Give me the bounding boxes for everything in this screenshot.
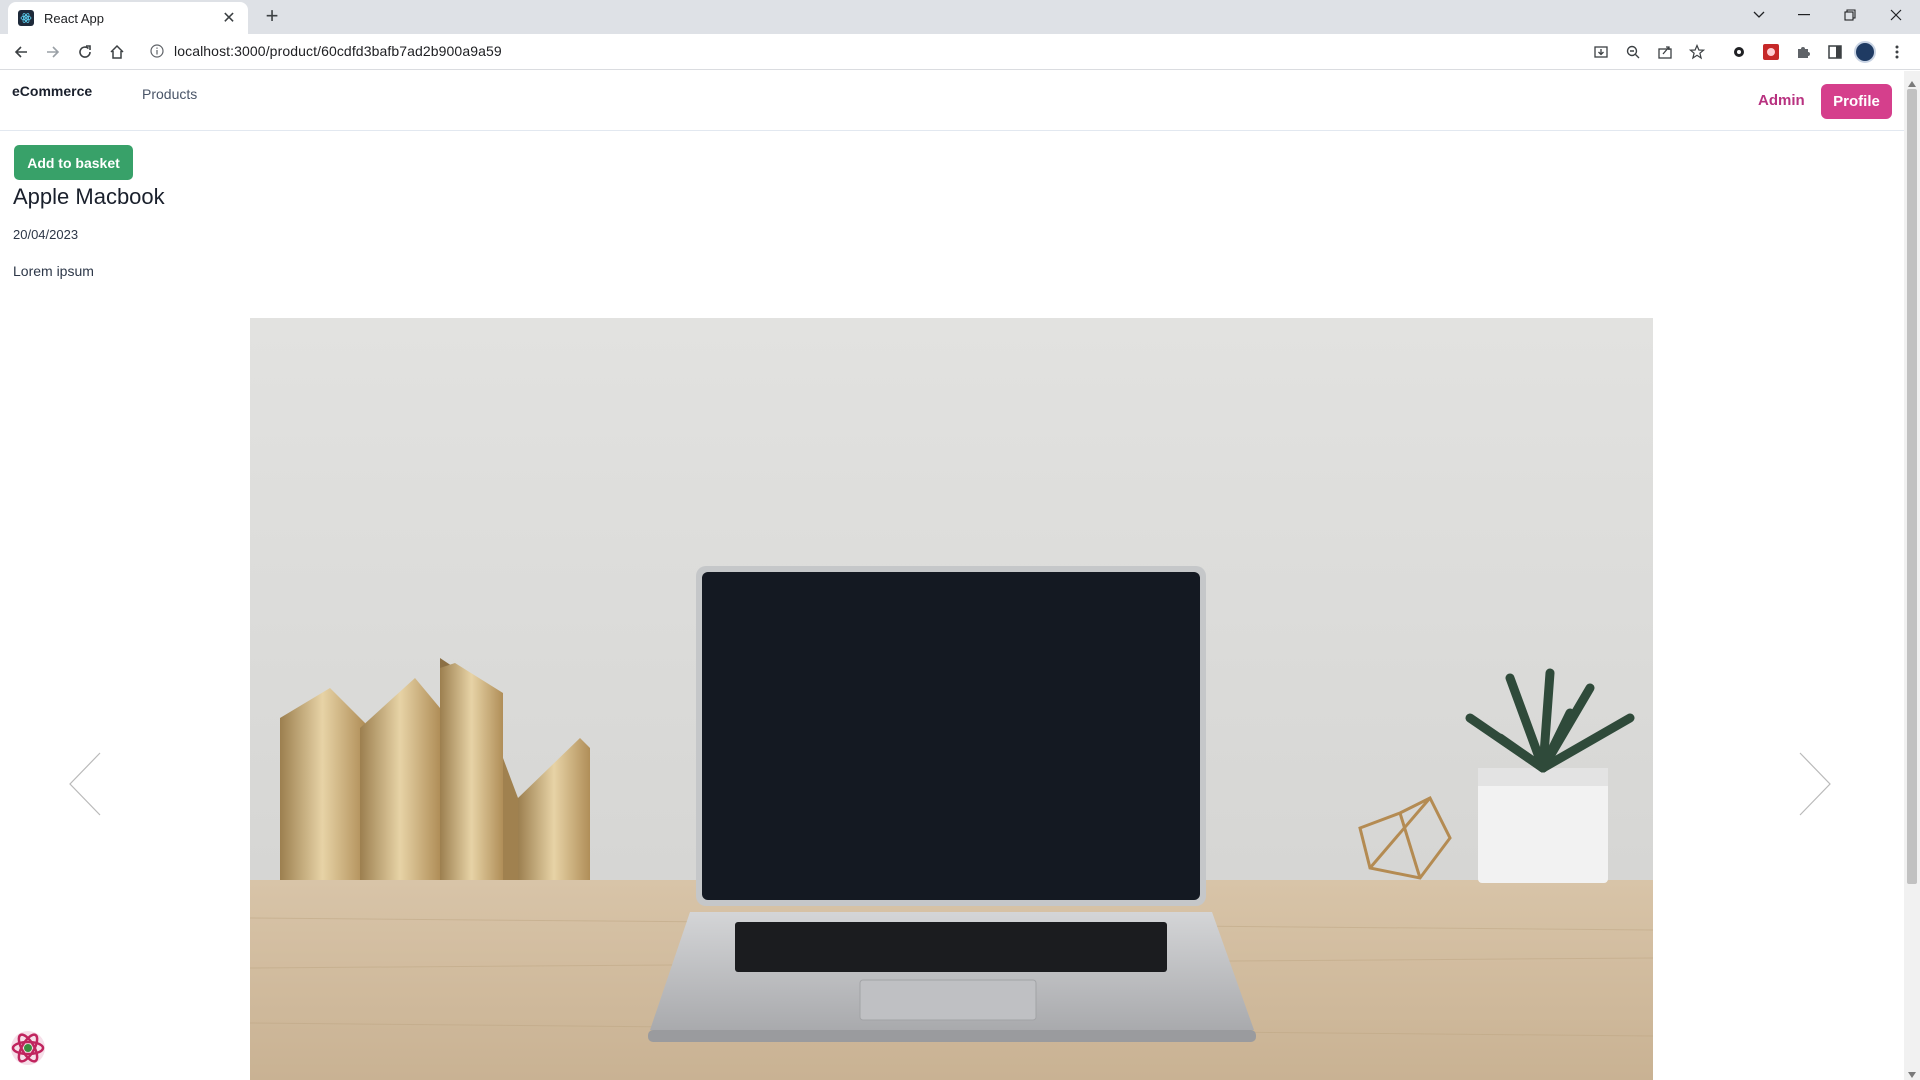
- page-scrollbar[interactable]: [1904, 71, 1920, 1080]
- carousel-prev-chevron-left-icon[interactable]: [60, 748, 110, 818]
- admin-link[interactable]: Admin: [1758, 92, 1805, 109]
- install-icon[interactable]: [1588, 39, 1614, 65]
- close-window-icon[interactable]: [1873, 0, 1919, 30]
- extension-link-icon[interactable]: [1726, 39, 1752, 65]
- zoom-icon[interactable]: [1620, 39, 1646, 65]
- sidebar-icon[interactable]: [1822, 39, 1848, 65]
- share-icon[interactable]: [1652, 39, 1678, 65]
- carousel-slide-image: [250, 318, 1653, 1080]
- scroll-down-arrow-icon[interactable]: [1908, 1066, 1916, 1078]
- info-icon[interactable]: [150, 44, 166, 60]
- restore-icon[interactable]: [1827, 0, 1873, 30]
- tab-title: React App: [44, 10, 104, 26]
- product-title: Apple Macbook: [13, 184, 165, 209]
- address-bar[interactable]: localhost:3000/product/60cdfd3bafb7ad2b9…: [142, 37, 1562, 67]
- url-text: localhost:3000/product/60cdfd3bafb7ad2b9…: [174, 43, 502, 59]
- scrollbar-thumb[interactable]: [1907, 89, 1917, 884]
- brand-logo-link[interactable]: eCommerce: [12, 83, 92, 99]
- avatar[interactable]: [1854, 41, 1876, 63]
- scroll-up-arrow-icon[interactable]: [1908, 75, 1916, 87]
- product-date: 20/04/2023: [13, 227, 79, 242]
- product-description: Lorem ipsum: [13, 263, 94, 279]
- reload-icon[interactable]: [72, 39, 98, 65]
- chevron-down-icon[interactable]: [1736, 0, 1782, 30]
- kebab-menu-icon[interactable]: [1884, 39, 1910, 65]
- profile-button[interactable]: Profile: [1821, 84, 1892, 119]
- browser-toolbar: localhost:3000/product/60cdfd3bafb7ad2b9…: [0, 34, 1920, 70]
- forward-icon[interactable]: [40, 39, 66, 65]
- browser-tabstrip: React App ✕ +: [0, 0, 1920, 34]
- close-icon[interactable]: ✕: [220, 8, 238, 28]
- minimize-icon[interactable]: [1781, 0, 1827, 30]
- page-viewport: eCommerce Products Admin Profile Add to …: [0, 71, 1904, 1080]
- extension-red-icon[interactable]: [1758, 39, 1784, 65]
- home-icon[interactable]: [104, 39, 130, 65]
- new-tab-plus-icon[interactable]: +: [260, 5, 284, 29]
- app-navbar: eCommerce Products Admin Profile: [0, 71, 1904, 131]
- star-icon[interactable]: [1684, 39, 1710, 65]
- back-icon[interactable]: [8, 39, 34, 65]
- react-query-devtools-icon[interactable]: [9, 1029, 47, 1067]
- carousel-next-chevron-right-icon[interactable]: [1790, 748, 1840, 818]
- puzzle-icon[interactable]: [1790, 39, 1816, 65]
- nav-products-link[interactable]: Products: [142, 86, 197, 102]
- browser-tab[interactable]: React App ✕: [8, 2, 248, 34]
- product-image-carousel: [0, 318, 1904, 1080]
- react-favicon-icon: [18, 10, 34, 26]
- add-to-basket-button[interactable]: Add to basket: [14, 145, 133, 180]
